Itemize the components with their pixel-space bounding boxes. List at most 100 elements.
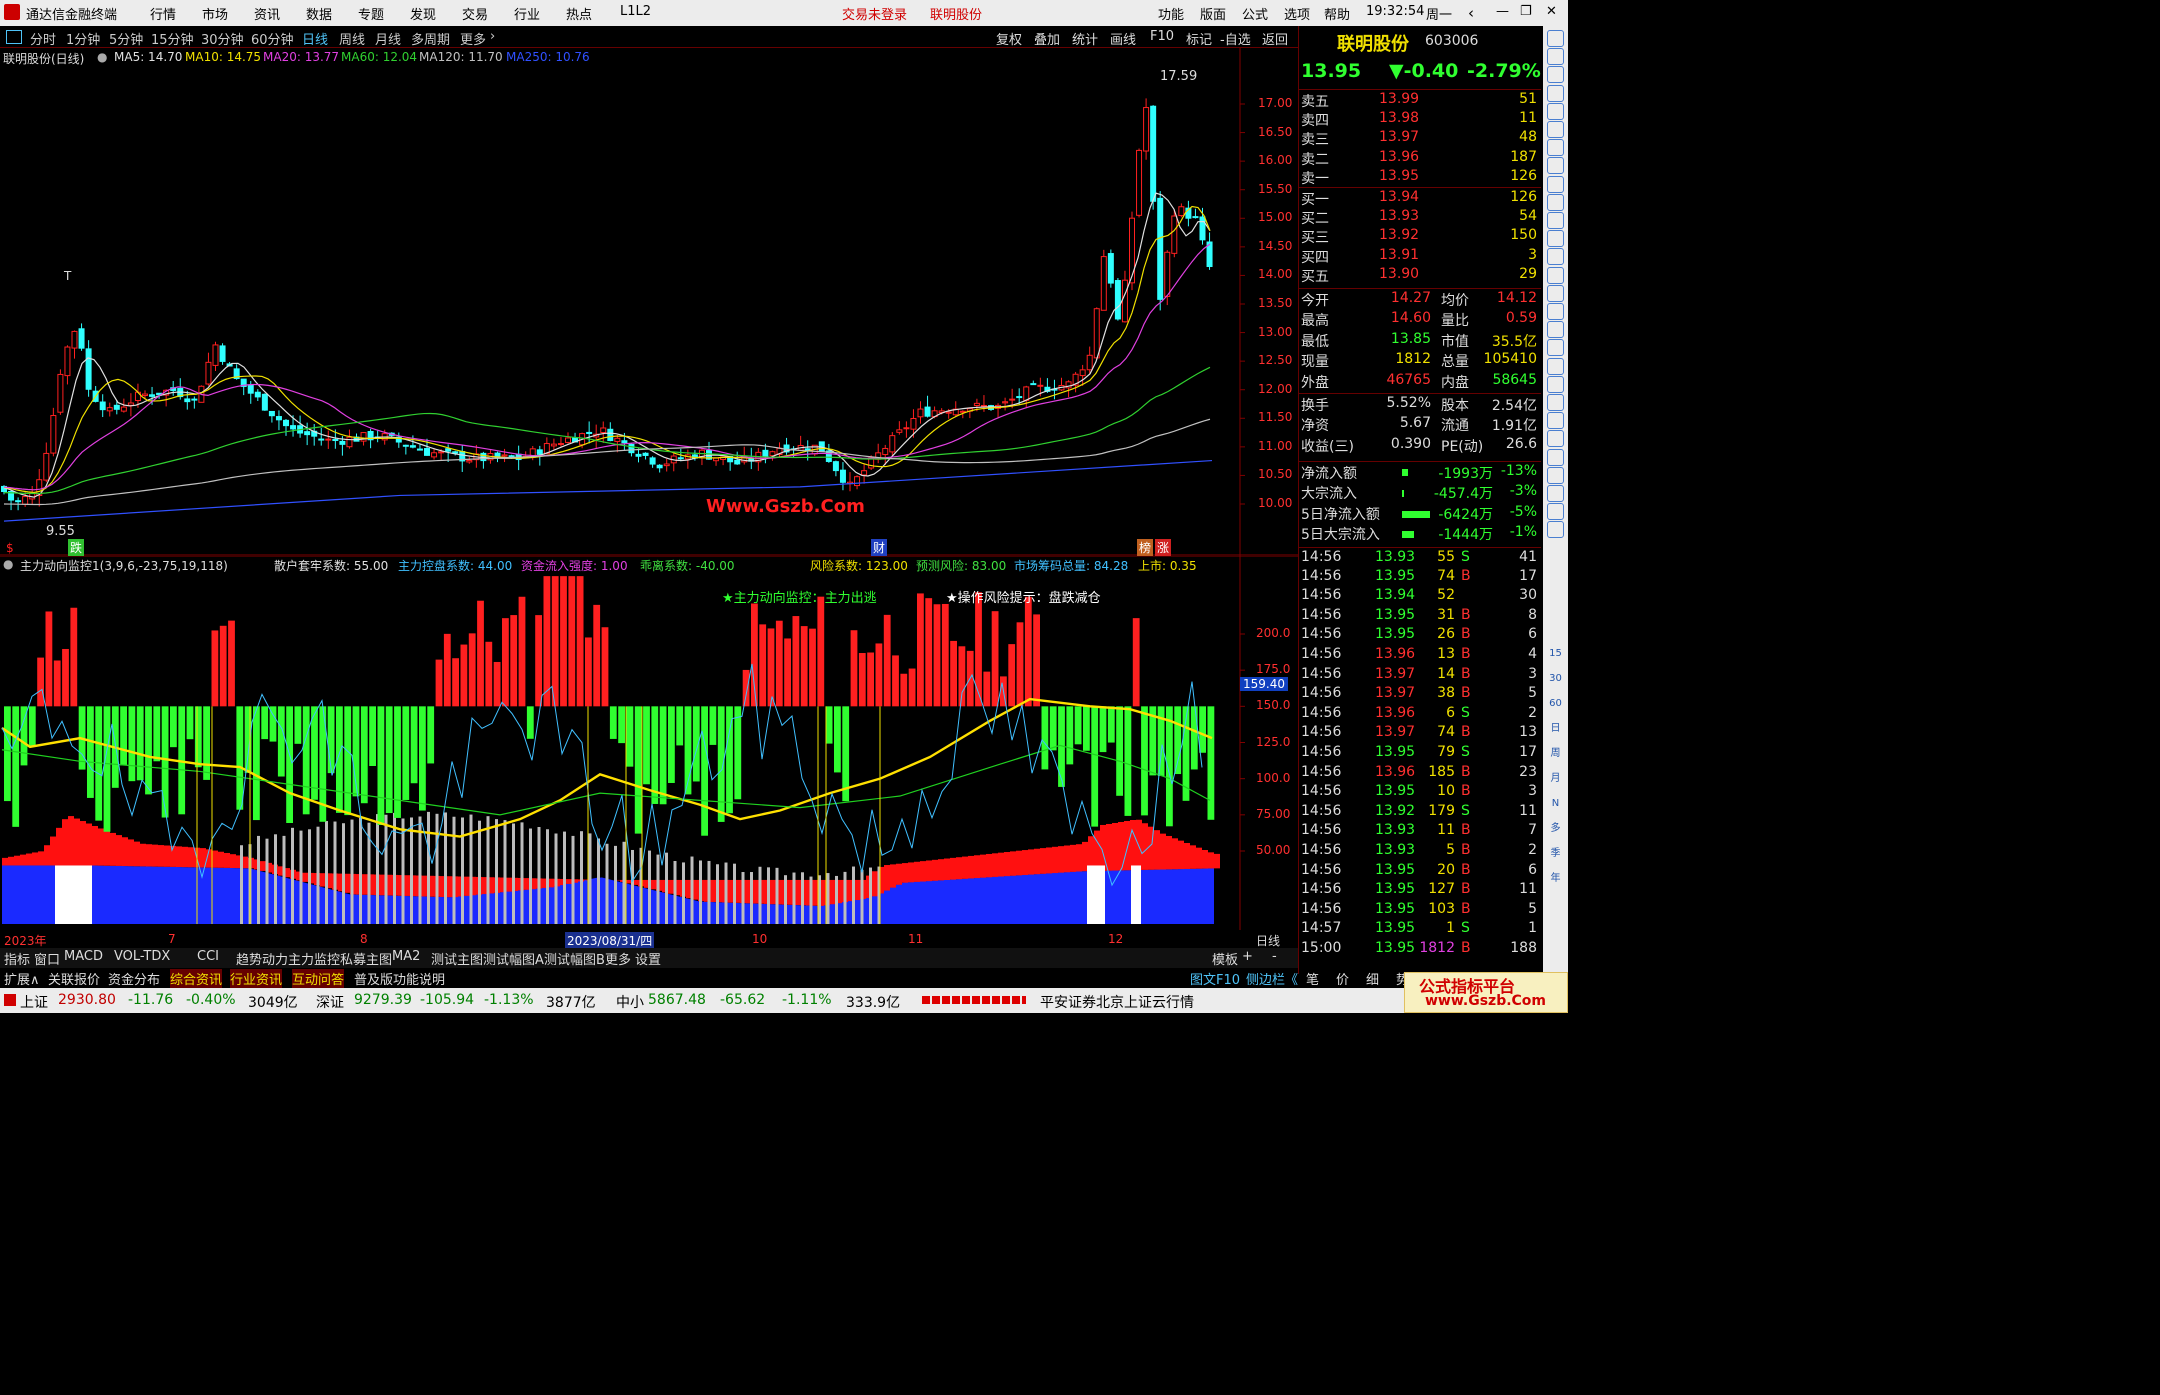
menu-item-zixun[interactable]: 资讯	[254, 4, 280, 23]
ext-tab-0[interactable]: 扩展∧	[4, 969, 40, 988]
tool-huaxian[interactable]: 画线	[1110, 29, 1136, 48]
side-tool-icon[interactable]	[1547, 102, 1564, 120]
status-sz-label[interactable]: 深证	[316, 992, 344, 1012]
side-tool-icon[interactable]	[1547, 139, 1564, 157]
side-tool-icon[interactable]	[1547, 30, 1564, 47]
ext-tab-3[interactable]: 综合资讯	[170, 969, 223, 988]
side-tool-icon[interactable]	[1547, 66, 1564, 84]
tf-30min[interactable]: 30分钟	[201, 29, 244, 48]
menu-item-gongshi[interactable]: 公式	[1242, 4, 1268, 23]
indicator-tab-12[interactable]: 更多	[605, 949, 631, 968]
period-shortcut-3[interactable]: 日	[1547, 721, 1564, 738]
ext-right-1[interactable]: 侧边栏《	[1246, 969, 1298, 988]
ext-tab-6[interactable]: 普及版功能说明	[354, 969, 445, 988]
ma-legend-toggle-icon[interactable]: ●	[97, 50, 107, 64]
marker-die[interactable]: 跌	[68, 539, 85, 556]
side-tool-icon[interactable]	[1547, 448, 1564, 466]
indicator-tab-1[interactable]: 窗口	[34, 949, 60, 968]
menu-item-l1l2[interactable]: L1L2	[620, 4, 651, 19]
tf-fenshi[interactable]: 分时	[30, 29, 56, 48]
side-tool-icon[interactable]	[1547, 212, 1564, 229]
template-control-2[interactable]: -	[1272, 949, 1277, 964]
menu-item-xuanxiang[interactable]: 选项	[1284, 4, 1310, 23]
indicator-toggle-icon[interactable]: ●	[3, 557, 13, 571]
period-shortcut-9[interactable]: 年	[1547, 871, 1564, 888]
indicator-tab-2[interactable]: MACD	[64, 949, 103, 964]
side-tool-icon[interactable]	[1547, 357, 1564, 375]
tool-diejia[interactable]: 叠加	[1034, 29, 1060, 48]
indicator-tab-5[interactable]: 趋势动力	[236, 949, 288, 968]
kline-canvas[interactable]	[0, 48, 1298, 556]
menu-item-hangqing[interactable]: 行情	[150, 4, 176, 23]
side-tool-icon[interactable]	[1547, 284, 1564, 302]
tool-tongji[interactable]: 统计	[1072, 29, 1098, 48]
tf-15min[interactable]: 15分钟	[151, 29, 194, 48]
tool-biaoji[interactable]: 标记	[1186, 29, 1212, 48]
side-tool-icon[interactable]	[1547, 412, 1564, 430]
tf-60min[interactable]: 60分钟	[251, 29, 294, 48]
side-tool-icon[interactable]	[1547, 375, 1564, 393]
tool-zixuan[interactable]: -自选	[1220, 29, 1251, 48]
maximize-icon[interactable]: ❐	[1520, 4, 1532, 19]
period-shortcut-2[interactable]: 60	[1547, 696, 1564, 713]
tool-fuquan[interactable]: 复权	[996, 29, 1022, 48]
side-tool-icon[interactable]	[1547, 248, 1564, 266]
period-shortcut-0[interactable]: 15	[1547, 646, 1564, 663]
menu-item-zhuanti[interactable]: 专题	[358, 4, 384, 23]
indicator-canvas[interactable]	[0, 555, 1298, 930]
side-tool-icon[interactable]	[1547, 303, 1564, 320]
menu-item-bangzhu[interactable]: 帮助	[1324, 4, 1350, 23]
indicator-tab-3[interactable]: VOL-TDX	[114, 949, 170, 964]
indicator-tab-13[interactable]: 设置	[635, 949, 661, 968]
side-tool-icon[interactable]	[1547, 157, 1564, 175]
period-shortcut-6[interactable]: N	[1547, 796, 1564, 813]
marker-cai[interactable]: 财	[871, 539, 888, 556]
period-shortcut-1[interactable]: 30	[1547, 671, 1564, 688]
side-tool-icon[interactable]	[1547, 503, 1564, 521]
indicator-tab-10[interactable]: 测试幅图A	[483, 949, 544, 968]
period-shortcut-8[interactable]: 季	[1547, 846, 1564, 863]
side-tool-icon[interactable]	[1547, 321, 1564, 339]
menu-item-jiaoyi[interactable]: 交易	[462, 4, 488, 23]
indicator-tab-7[interactable]: 私募主图	[340, 949, 392, 968]
tf-more[interactable]: 更多	[460, 29, 486, 48]
marker-bang[interactable]: 榜	[1137, 539, 1154, 556]
status-sh-label[interactable]: 上证	[20, 992, 48, 1012]
ext-tab-5[interactable]: 互动问答	[292, 969, 345, 988]
indicator-tab-6[interactable]: 主力监控	[288, 949, 340, 968]
tool-f10[interactable]: F10	[1150, 29, 1174, 44]
ext-tab-2[interactable]: 资金分布	[108, 969, 160, 988]
side-tool-icon[interactable]	[1547, 466, 1564, 484]
ext-tab-4[interactable]: 行业资讯	[230, 969, 283, 988]
indicator-tab-9[interactable]: 测试主图	[431, 949, 483, 968]
indicator-tab-11[interactable]: 测试幅图B	[544, 949, 605, 968]
side-tool-icon[interactable]	[1547, 394, 1564, 411]
ext-right-4[interactable]: 细	[1366, 969, 1379, 988]
close-icon[interactable]: ✕	[1546, 4, 1557, 19]
side-tool-icon[interactable]	[1547, 430, 1564, 448]
tf-weekly[interactable]: 周线	[339, 29, 365, 48]
menu-item-redian[interactable]: 热点	[566, 4, 592, 23]
tf-5min[interactable]: 5分钟	[109, 29, 143, 48]
tool-fanhui[interactable]: 返回	[1262, 29, 1288, 48]
side-tool-icon[interactable]	[1547, 175, 1564, 193]
menu-item-shichang[interactable]: 市场	[202, 4, 228, 23]
side-tool-icon[interactable]	[1547, 485, 1564, 502]
period-shortcut-4[interactable]: 周	[1547, 746, 1564, 763]
menu-item-shuju[interactable]: 数据	[306, 4, 332, 23]
tf-daily[interactable]: 日线	[302, 29, 328, 48]
ext-right-2[interactable]: 笔	[1306, 969, 1319, 988]
side-tool-icon[interactable]	[1547, 193, 1564, 211]
menu-item-gongneng[interactable]: 功能	[1158, 4, 1184, 23]
indicator-tab-4[interactable]: CCI	[197, 949, 219, 964]
tf-1min[interactable]: 1分钟	[66, 29, 100, 48]
tf-multi[interactable]: 多周期	[411, 29, 450, 48]
side-tool-icon[interactable]	[1547, 48, 1564, 66]
indicator-tab-8[interactable]: MA2	[392, 949, 420, 964]
period-shortcut-7[interactable]: 多	[1547, 821, 1564, 838]
period-shortcut-5[interactable]: 月	[1547, 771, 1564, 788]
trade-login-status[interactable]: 交易未登录	[842, 4, 907, 23]
side-tool-icon[interactable]	[1547, 84, 1564, 102]
template-control-0[interactable]: 模板	[1212, 949, 1238, 968]
ext-tab-1[interactable]: 关联报价	[48, 969, 100, 988]
